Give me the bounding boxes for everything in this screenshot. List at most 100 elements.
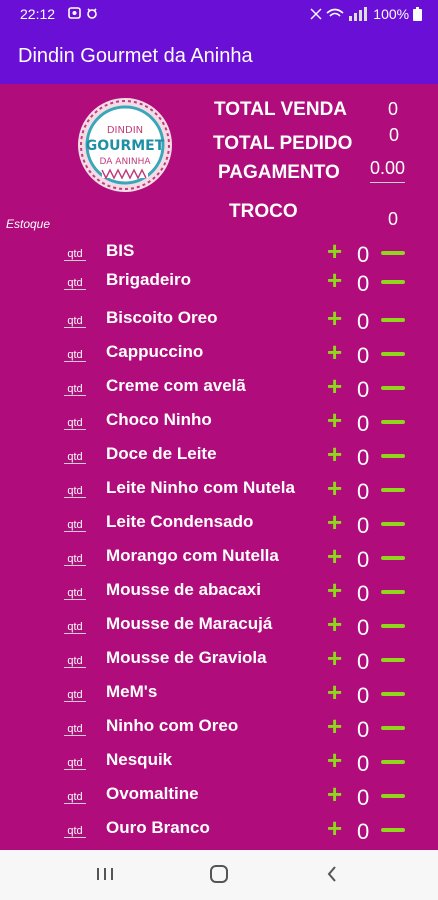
qtd-input[interactable]: qtd xyxy=(64,825,86,838)
increment-icon[interactable]: + xyxy=(327,371,342,401)
product-row: qtd Mousse de Graviola +0 xyxy=(0,643,438,681)
app-bar: Dindin Gourmet da Aninha xyxy=(0,29,438,84)
qtd-input[interactable]: qtd xyxy=(64,349,86,362)
logo-text-1: DINDIN xyxy=(107,125,143,136)
product-name: Choco Ninho xyxy=(106,410,212,429)
increment-icon[interactable]: + xyxy=(327,813,342,843)
qtd-input[interactable]: qtd xyxy=(64,248,86,261)
decrement-icon[interactable] xyxy=(381,318,405,322)
increment-icon[interactable]: + xyxy=(327,643,342,673)
increment-icon[interactable]: + xyxy=(327,779,342,809)
product-row: qtd Ouro Branco +0 xyxy=(0,813,438,851)
product-name: Ovomaltine xyxy=(106,784,199,803)
increment-icon[interactable]: + xyxy=(327,575,342,605)
notification-icons xyxy=(68,5,102,24)
qtd-input[interactable]: qtd xyxy=(64,689,86,702)
decrement-icon[interactable] xyxy=(381,590,405,594)
back-icon[interactable] xyxy=(324,862,340,886)
increment-icon[interactable]: + xyxy=(327,677,342,707)
product-count: 0 xyxy=(357,581,370,606)
product-count: 0 xyxy=(357,479,370,504)
product-name: Cappuccino xyxy=(106,342,204,361)
notification-icon xyxy=(68,7,97,19)
product-count: 0 xyxy=(357,819,370,844)
product-name: Ouro Branco xyxy=(106,818,210,837)
decrement-icon[interactable] xyxy=(381,454,405,458)
total-venda-value: 0 xyxy=(388,99,399,119)
decrement-icon[interactable] xyxy=(381,251,405,255)
qtd-input[interactable]: qtd xyxy=(64,383,86,396)
product-row: qtd Creme com avelã +0 xyxy=(0,371,438,409)
increment-icon[interactable]: + xyxy=(327,439,342,469)
increment-icon[interactable]: + xyxy=(327,507,342,537)
increment-icon[interactable]: + xyxy=(327,541,342,571)
qtd-input[interactable]: qtd xyxy=(64,485,86,498)
decrement-icon[interactable] xyxy=(381,522,405,526)
decrement-icon[interactable] xyxy=(381,828,405,832)
increment-icon[interactable]: + xyxy=(327,236,342,266)
pagamento-input[interactable]: 0.00 xyxy=(370,158,406,183)
decrement-icon[interactable] xyxy=(381,352,405,356)
increment-icon[interactable]: + xyxy=(327,303,342,333)
decrement-icon[interactable] xyxy=(381,420,405,424)
increment-icon[interactable]: + xyxy=(327,405,342,435)
qtd-input[interactable]: qtd xyxy=(64,621,86,634)
recent-apps-icon[interactable] xyxy=(95,862,115,886)
decrement-icon[interactable] xyxy=(381,692,405,696)
increment-icon[interactable]: + xyxy=(327,711,342,741)
product-count: 0 xyxy=(357,411,370,436)
product-count: 0 xyxy=(357,377,370,402)
product-count: 0 xyxy=(357,445,370,470)
home-icon[interactable] xyxy=(208,862,230,886)
product-count: 0 xyxy=(357,242,370,267)
product-count: 0 xyxy=(357,309,370,334)
product-name: Ninho com Oreo xyxy=(106,716,239,735)
qtd-input[interactable]: qtd xyxy=(64,519,86,532)
qtd-input[interactable]: qtd xyxy=(64,655,86,668)
logo-emblem: DINDIN GOURMET DA ANINHA xyxy=(78,98,172,192)
product-row: qtd MeM's +0 xyxy=(0,677,438,715)
battery-level: 100% xyxy=(373,6,410,22)
increment-icon[interactable]: + xyxy=(327,609,342,639)
product-row: qtd Morango com Nutella +0 xyxy=(0,541,438,579)
decrement-icon[interactable] xyxy=(381,280,405,284)
qtd-input[interactable]: qtd xyxy=(64,791,86,804)
brand-logo: DINDIN GOURMET DA ANINHA xyxy=(72,96,178,194)
product-name: BIS xyxy=(106,241,135,260)
increment-icon[interactable]: + xyxy=(327,265,342,295)
product-row: qtd Nesquik +0 xyxy=(0,745,438,783)
product-count: 0 xyxy=(357,271,370,296)
qtd-input[interactable]: qtd xyxy=(64,417,86,430)
decrement-icon[interactable] xyxy=(381,556,405,560)
decrement-icon[interactable] xyxy=(381,794,405,798)
decrement-icon[interactable] xyxy=(381,488,405,492)
product-row: qtd Ovomaltine +0 xyxy=(0,779,438,817)
qtd-input[interactable]: qtd xyxy=(64,723,86,736)
product-count: 0 xyxy=(357,649,370,674)
qtd-input[interactable]: qtd xyxy=(64,315,86,328)
product-name: Leite Condensado xyxy=(106,512,254,531)
decrement-icon[interactable] xyxy=(381,726,405,730)
qtd-input[interactable]: qtd xyxy=(64,757,86,770)
decrement-icon[interactable] xyxy=(381,386,405,390)
product-name: Leite Ninho com Nutela xyxy=(106,478,295,497)
increment-icon[interactable]: + xyxy=(327,337,342,367)
decrement-icon[interactable] xyxy=(381,658,405,662)
product-row: qtd Cappuccino +0 xyxy=(0,337,438,375)
product-name: Creme com avelã xyxy=(106,376,246,395)
decrement-icon[interactable] xyxy=(381,760,405,764)
increment-icon[interactable]: + xyxy=(327,473,342,503)
increment-icon[interactable]: + xyxy=(327,745,342,775)
decrement-icon[interactable] xyxy=(381,624,405,628)
qtd-input[interactable]: qtd xyxy=(64,451,86,464)
product-name: Mousse de Graviola xyxy=(106,648,267,667)
qtd-input[interactable]: qtd xyxy=(64,277,86,290)
status-time: 22:12 xyxy=(20,6,56,22)
product-name: Morango com Nutella xyxy=(106,546,279,565)
total-pedido-label: TOTAL PEDIDO xyxy=(213,133,353,154)
product-row: qtd Mousse de Maracujá +0 xyxy=(0,609,438,647)
qtd-input[interactable]: qtd xyxy=(64,587,86,600)
qtd-input[interactable]: qtd xyxy=(64,553,86,566)
battery-icon xyxy=(413,7,422,21)
product-row: qtd Doce de Leite +0 xyxy=(0,439,438,477)
